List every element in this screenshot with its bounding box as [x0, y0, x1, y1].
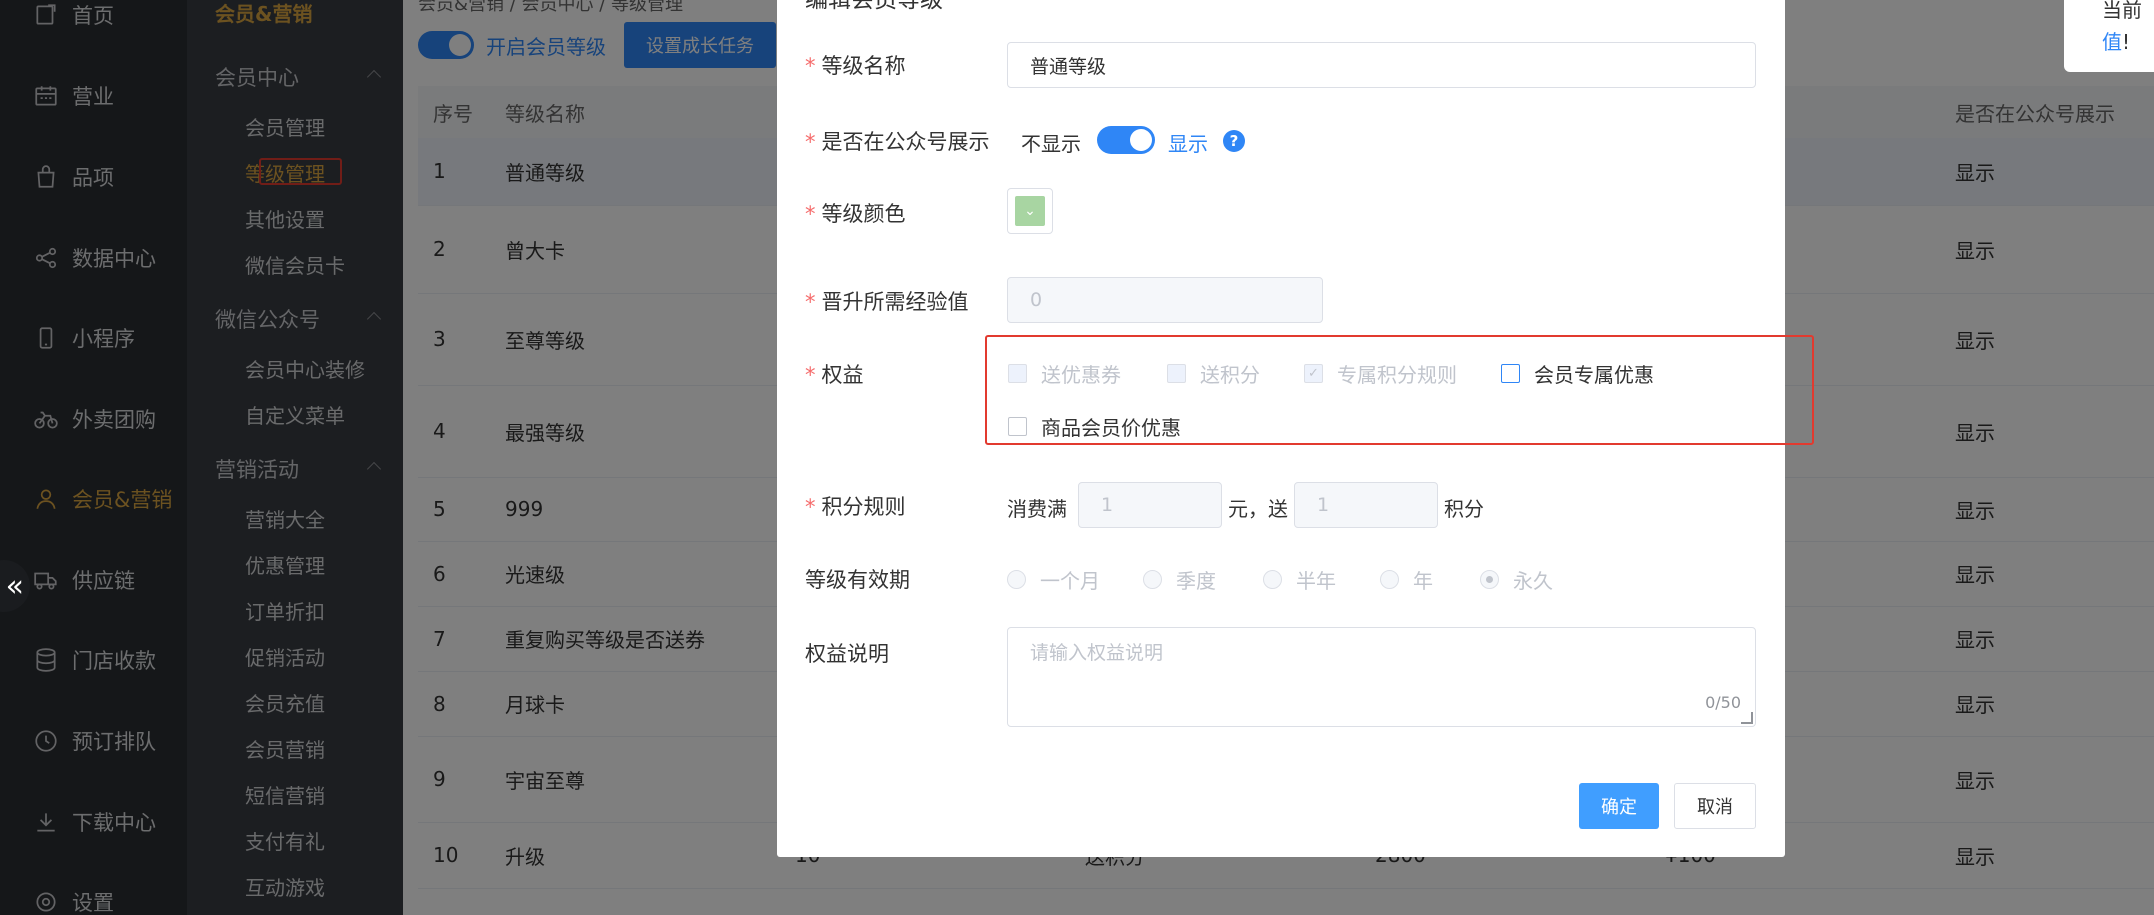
points-mid: 元，送	[1228, 497, 1288, 521]
perm-exclusive-points-checkbox[interactable]: ✓ 专属积分规则	[1304, 359, 1457, 388]
cancel-button[interactable]: 取消	[1674, 783, 1756, 829]
validity-forever-radio[interactable]: 永久	[1480, 565, 1553, 594]
perm-points-checkbox[interactable]: 送积分	[1167, 359, 1260, 388]
points-rule-label: * 积分规则	[805, 495, 906, 519]
exp-input[interactable]: 0	[1007, 277, 1323, 323]
level-name-input[interactable]: 普通等级	[1007, 42, 1756, 88]
level-color-label: * 等级颜色	[805, 202, 906, 226]
perm-coupon-checkbox[interactable]: 送优惠券	[1008, 359, 1121, 388]
validity-half-year-radio[interactable]: 半年	[1263, 565, 1336, 594]
notice-suffix: !	[2122, 30, 2131, 54]
perm-label: * 权益	[805, 363, 864, 387]
desc-textarea[interactable]: 请输入权益说明 0/50	[1007, 627, 1756, 727]
desc-counter: 0/50	[1705, 693, 1741, 712]
validity-year-radio[interactable]: 年	[1380, 565, 1433, 594]
help-icon[interactable]: ?	[1223, 130, 1245, 152]
color-swatch: ⌄	[1015, 196, 1045, 226]
edit-level-dialog: 编辑会员等级 * 等级名称 普通等级 * 是否在公众号展示 不显示 显示 ? * 等级…	[777, 0, 1814, 857]
level-name-label: * 等级名称	[805, 54, 906, 78]
perm-member-discount-checkbox[interactable]: 会员专属优惠	[1501, 359, 1654, 388]
points-suffix: 积分	[1444, 497, 1484, 521]
notice-popup: 当前 值!	[2064, 0, 2154, 72]
notice-link[interactable]: 值	[2102, 30, 2122, 54]
perm-member-price-checkbox[interactable]: 商品会员价优惠	[1008, 412, 1181, 441]
validity-month-radio[interactable]: 一个月	[1007, 565, 1100, 594]
confirm-button[interactable]: 确定	[1579, 783, 1659, 829]
chevron-down-icon: ⌄	[1024, 203, 1036, 219]
show-on-label: 显示	[1168, 132, 1208, 156]
validity-label: 等级有效期	[805, 568, 910, 592]
color-picker[interactable]: ⌄	[1007, 188, 1053, 234]
exp-label: * 晋升所需经验值	[805, 290, 969, 314]
show-off-label: 不显示	[1021, 132, 1081, 156]
desc-placeholder: 请输入权益说明	[1030, 642, 1164, 664]
show-label: * 是否在公众号展示	[805, 130, 990, 154]
notice-text: 当前	[2102, 0, 2142, 22]
points-amount-input[interactable]: 1	[1078, 482, 1222, 528]
show-toggle[interactable]	[1097, 126, 1155, 154]
points-prefix: 消费满	[1007, 497, 1067, 521]
validity-quarter-radio[interactable]: 季度	[1143, 565, 1216, 594]
points-value-input[interactable]: 1	[1294, 482, 1438, 528]
dialog-title: 编辑会员等级	[805, 0, 943, 13]
resize-handle-icon[interactable]	[1741, 712, 1753, 724]
desc-label: 权益说明	[805, 642, 889, 666]
